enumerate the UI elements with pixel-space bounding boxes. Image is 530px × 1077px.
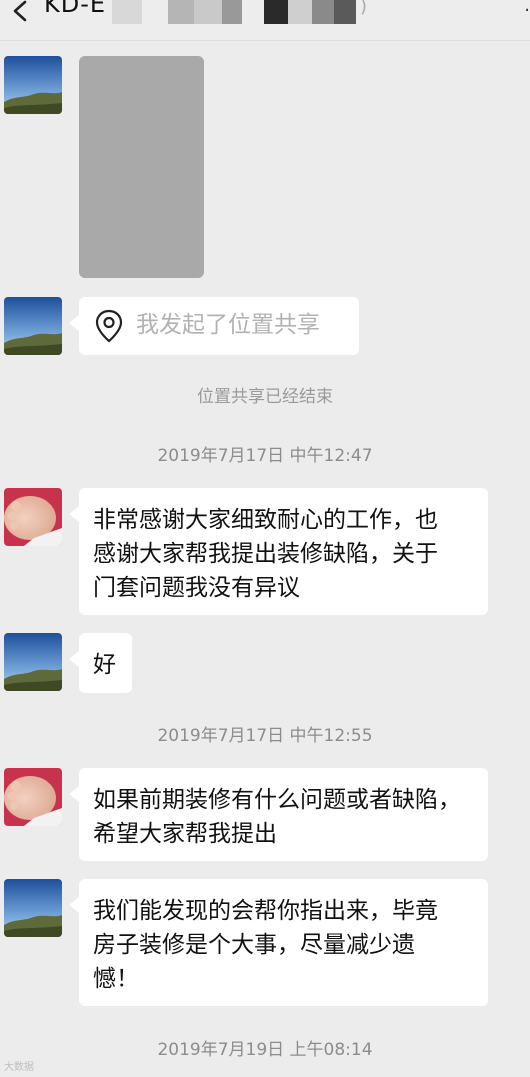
avatar[interactable] — [4, 488, 62, 546]
redacted-title — [288, 0, 312, 24]
system-notice: 位置共享已经结束 — [197, 387, 333, 407]
message-line: 好 — [93, 652, 116, 678]
message-line: 房子装修是个大事，尽量减少遗 — [93, 932, 415, 958]
redacted-title — [334, 0, 356, 24]
message-bubble[interactable]: 非常感谢大家细致耐心的工作，也 感谢大家帮我提出装修缺陷，关于 门套问题我没有异… — [69, 488, 488, 615]
chat-title-suffix: ) — [360, 0, 369, 17]
avatar[interactable] — [4, 297, 62, 355]
location-share-label: 我发起了位置共享 — [136, 312, 320, 338]
more-button[interactable]: · — [524, 0, 530, 21]
baby-foot-avatar-icon — [4, 768, 62, 826]
landscape-avatar-icon — [4, 633, 62, 691]
baby-foot-avatar-icon — [4, 488, 62, 546]
avatar[interactable] — [4, 633, 62, 691]
message-line: 非常感谢大家细致耐心的工作，也 — [93, 507, 438, 533]
redacted-title — [168, 0, 194, 24]
chat-title: KD-E — [44, 0, 107, 18]
message-line: 门套问题我没有异议 — [93, 575, 300, 601]
chevron-left-icon — [13, 0, 27, 22]
redacted-title — [112, 0, 142, 24]
message-line: 希望大家帮我提出 — [93, 821, 277, 847]
redacted-title — [312, 0, 334, 24]
landscape-avatar-icon — [4, 297, 62, 355]
redacted-title — [222, 0, 242, 24]
message-bubble[interactable]: 如果前期装修有什么问题或者缺陷， 希望大家帮我提出 — [69, 768, 488, 861]
message-line: 我们能发现的会帮你指出来，毕竟 — [93, 898, 438, 924]
timestamp: 2019年7月19日 上午08:14 — [157, 1040, 373, 1060]
message-line: 如果前期装修有什么问题或者缺陷， — [93, 787, 461, 813]
timestamp: 2019年7月17日 中午12:55 — [157, 726, 373, 746]
location-share-bubble[interactable]: 我发起了位置共享 — [69, 297, 359, 355]
redacted-title — [264, 0, 288, 24]
chat-header: KD-E ) · — [0, 0, 530, 41]
message-line: 憾！ — [93, 966, 139, 992]
message-line: 感谢大家帮我提出装修缺陷，关于 — [93, 541, 438, 567]
back-button[interactable] — [6, 0, 36, 34]
avatar[interactable] — [4, 56, 62, 114]
watermark: 大数据 — [4, 1062, 34, 1073]
location-pin-icon — [95, 309, 123, 343]
landscape-avatar-icon — [4, 56, 62, 114]
avatar[interactable] — [4, 879, 62, 937]
message-bubble[interactable]: 我们能发现的会帮你指出来，毕竟 房子装修是个大事，尽量减少遗 憾！ — [69, 879, 488, 1006]
timestamp: 2019年7月17日 中午12:47 — [157, 446, 373, 466]
landscape-avatar-icon — [4, 879, 62, 937]
image-message[interactable] — [79, 56, 204, 278]
message-bubble[interactable]: 好 — [69, 633, 132, 693]
avatar[interactable] — [4, 768, 62, 826]
redacted-title — [194, 0, 222, 24]
